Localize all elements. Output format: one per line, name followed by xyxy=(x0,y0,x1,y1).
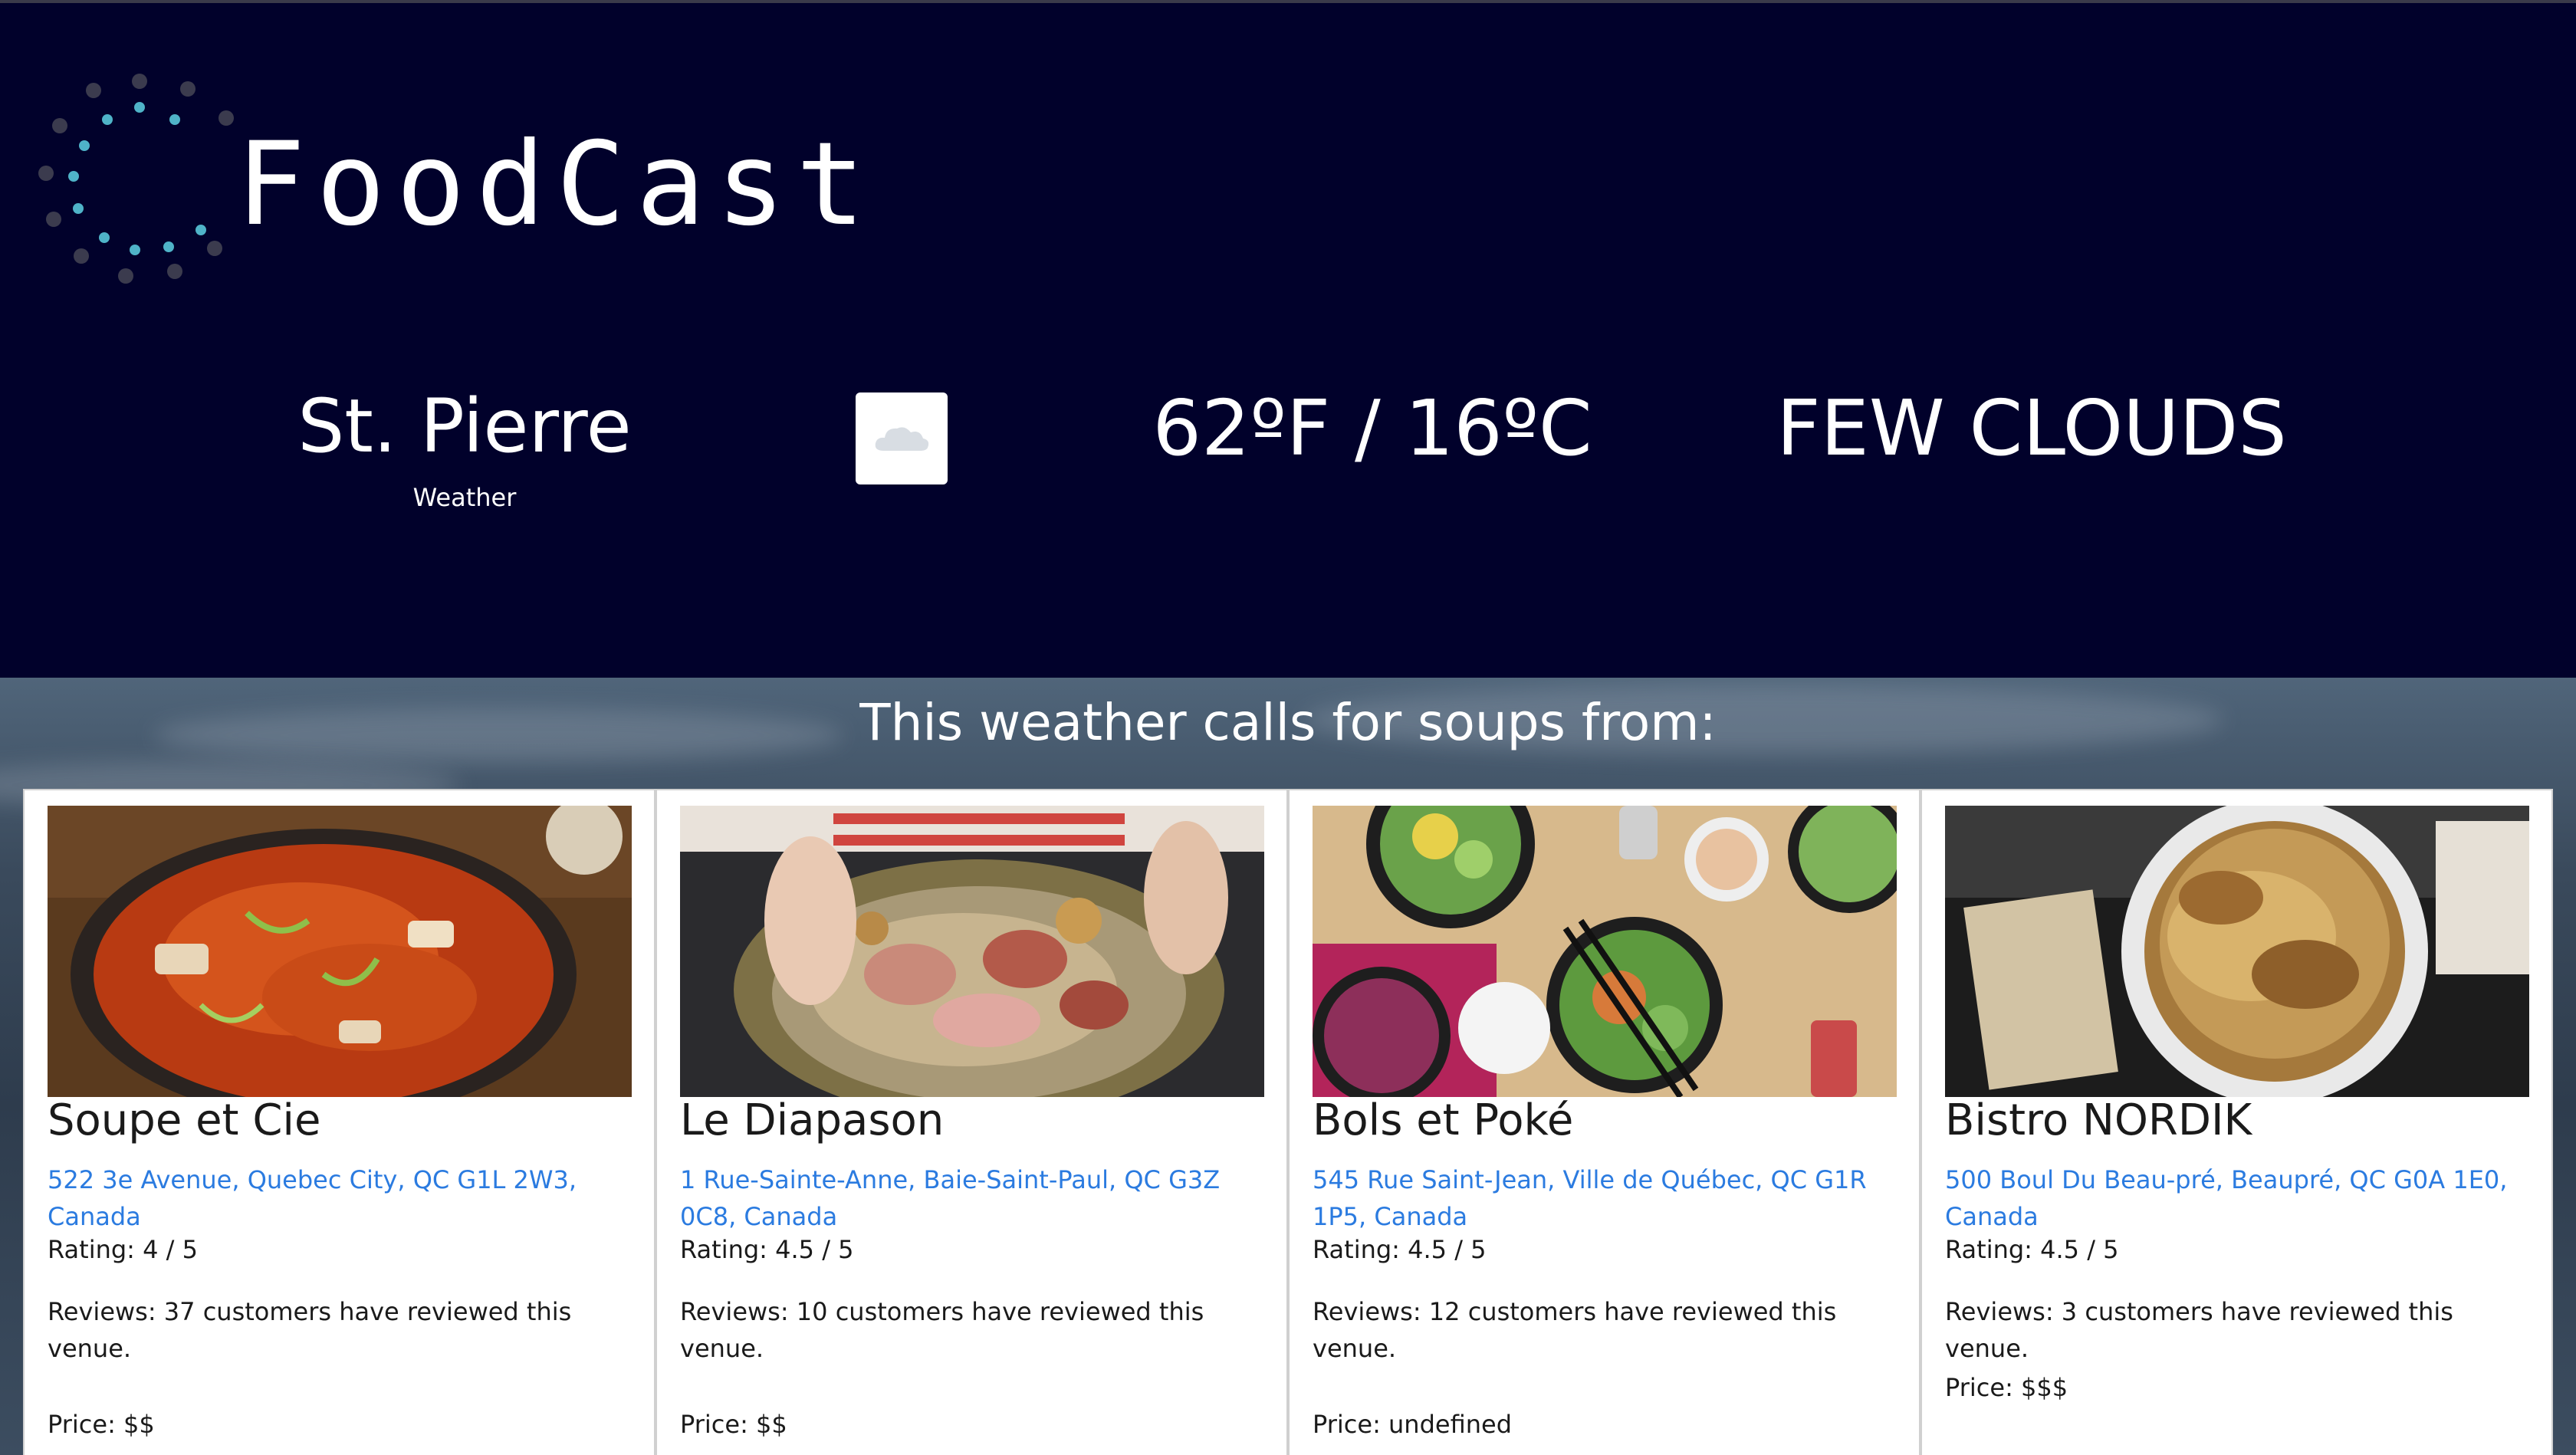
logo-text: FoodCast xyxy=(236,118,876,251)
restaurant-name: Bistro NORDIK xyxy=(1945,1095,2252,1145)
temperature: 62ºF / 16ºC xyxy=(1152,383,1592,473)
restaurant-name: Bols et Poké xyxy=(1313,1095,1574,1145)
restaurant-name: Soupe et Cie xyxy=(48,1095,321,1145)
restaurant-reviews: Reviews: 3 customers have reviewed this … xyxy=(1945,1297,2453,1363)
restaurant-address-link[interactable]: 545 Rue Saint-Jean, Ville de Québec, QC … xyxy=(1313,1161,1903,1235)
restaurant-reviews: Reviews: 10 customers have reviewed this… xyxy=(680,1297,1204,1363)
restaurant-reviews: Reviews: 12 customers have reviewed this… xyxy=(1313,1297,1837,1363)
weather-condition: FEW CLOUDS xyxy=(1776,383,2287,473)
logo[interactable]: FoodCast xyxy=(31,66,905,296)
logo-dots-icon xyxy=(38,74,234,284)
restaurant-rating: Rating: 4 / 5 xyxy=(48,1235,198,1264)
restaurant-photo xyxy=(48,806,632,1097)
city-weather-label: Weather xyxy=(412,482,517,512)
restaurant-price: Price: $$ xyxy=(48,1410,155,1439)
restaurant-card[interactable]: Soupe et Cie 522 3e Avenue, Quebec City,… xyxy=(23,789,656,1455)
city-block: St. Pierre Weather xyxy=(230,383,699,512)
restaurant-reviews: Reviews: 37 customers have reviewed this… xyxy=(48,1297,572,1363)
restaurant-cards: Soupe et Cie 522 3e Avenue, Quebec City,… xyxy=(23,789,2553,1455)
restaurant-address-link[interactable]: 500 Boul Du Beau-pré, Beaupré, QC G0A 1E… xyxy=(1945,1161,2535,1235)
restaurant-photo xyxy=(1313,806,1897,1097)
header: FoodCast St. Pierre Weather 62ºF / 16ºC … xyxy=(0,0,2576,678)
restaurant-price: Price: $$$ xyxy=(1945,1373,2068,1402)
restaurant-card[interactable]: Bistro NORDIK 500 Boul Du Beau-pré, Beau… xyxy=(1921,789,2553,1455)
restaurant-card[interactable]: Le Diapason 1 Rue-Sainte-Anne, Baie-Sain… xyxy=(656,789,1288,1455)
restaurant-address-link[interactable]: 522 3e Avenue, Quebec City, QC G1L 2W3, … xyxy=(48,1161,638,1235)
restaurant-rating: Rating: 4.5 / 5 xyxy=(680,1235,854,1264)
cloud-icon xyxy=(856,392,948,484)
restaurant-name: Le Diapason xyxy=(680,1095,945,1145)
restaurant-photo xyxy=(680,806,1264,1097)
restaurant-photo xyxy=(1945,806,2529,1097)
recommendations-heading: This weather calls for soups from: xyxy=(859,693,1717,752)
restaurant-rating: Rating: 4.5 / 5 xyxy=(1945,1235,2119,1264)
city-name: St. Pierre xyxy=(297,383,632,469)
restaurant-address-link[interactable]: 1 Rue-Sainte-Anne, Baie-Saint-Paul, QC G… xyxy=(680,1161,1270,1235)
restaurant-price: Price: undefined xyxy=(1313,1410,1513,1439)
restaurant-card[interactable]: Bols et Poké 545 Rue Saint-Jean, Ville d… xyxy=(1288,789,1921,1455)
recommendations-section: This weather calls for soups from: Soupe… xyxy=(0,678,2576,1455)
restaurant-price: Price: $$ xyxy=(680,1410,787,1439)
restaurant-rating: Rating: 4.5 / 5 xyxy=(1313,1235,1487,1264)
